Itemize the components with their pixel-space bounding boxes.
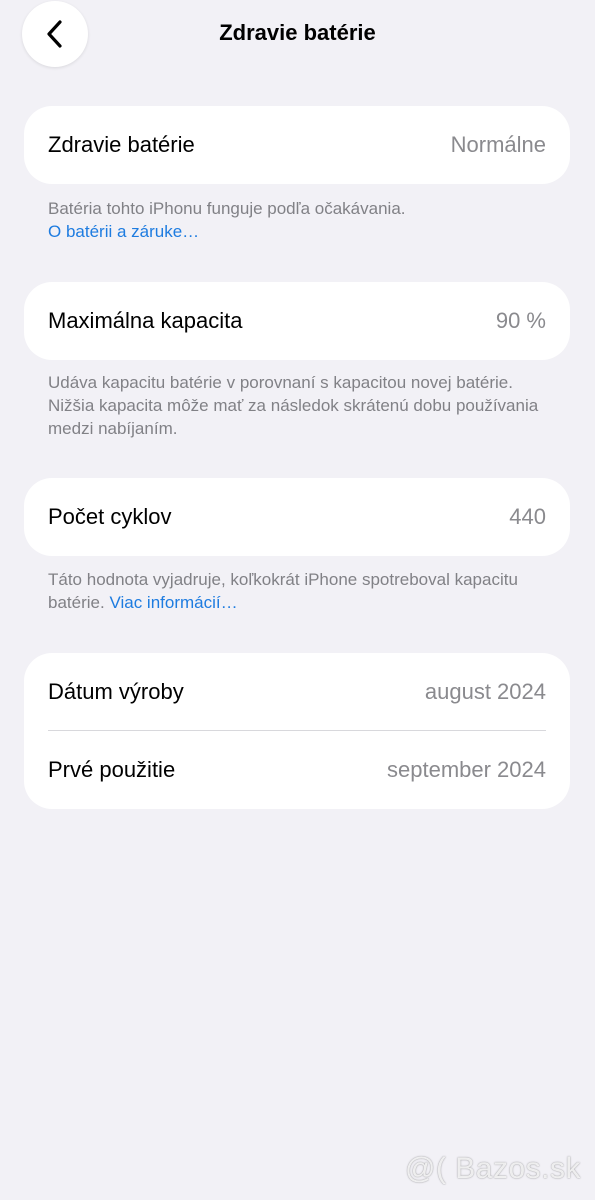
battery-health-label: Zdravie batérie bbox=[48, 132, 195, 157]
dates-card: Dátum výroby august 2024 Prvé použitie s… bbox=[24, 653, 570, 809]
max-capacity-card: Maximálna kapacita 90 % bbox=[24, 282, 570, 360]
battery-health-row: Zdravie batérie Normálne bbox=[24, 106, 570, 184]
cycle-count-row: Počet cyklov 440 bbox=[24, 478, 570, 556]
battery-health-footnote: Batéria tohto iPhonu funguje podľa očaká… bbox=[48, 197, 548, 243]
battery-warranty-link[interactable]: O batérii a záruke… bbox=[48, 222, 199, 241]
navigation-bar: Zdravie batérie bbox=[0, 0, 595, 68]
page-title: Zdravie batérie bbox=[219, 20, 376, 45]
first-use-label: Prvé použitie bbox=[48, 757, 176, 782]
watermark: @( Bazos.sk bbox=[405, 1152, 581, 1185]
max-capacity-row: Maximálna kapacita 90 % bbox=[24, 282, 570, 360]
battery-health-value: Normálne bbox=[450, 132, 546, 157]
cycle-count-card: Počet cyklov 440 bbox=[24, 478, 570, 556]
max-capacity-footnote: Udáva kapacitu batérie v porovnaní s kap… bbox=[48, 373, 539, 438]
first-use-value: september 2024 bbox=[387, 757, 546, 782]
first-use-row: Prvé použitie september 2024 bbox=[24, 731, 570, 809]
cycle-count-label: Počet cyklov bbox=[48, 504, 172, 529]
more-info-link[interactable]: Viac informácií… bbox=[109, 593, 237, 612]
battery-health-card: Zdravie batérie Normálne bbox=[24, 106, 570, 184]
cycle-count-footnote: Táto hodnota vyjadruje, koľkokrát iPhone… bbox=[48, 568, 548, 614]
max-capacity-label: Maximálna kapacita bbox=[48, 308, 243, 333]
cycle-count-value: 440 bbox=[509, 504, 546, 529]
manufacture-date-label: Dátum výroby bbox=[48, 679, 184, 704]
manufacture-date-row: Dátum výroby august 2024 bbox=[24, 653, 570, 731]
battery-health-footnote-text: Batéria tohto iPhonu funguje podľa očaká… bbox=[48, 199, 406, 218]
max-capacity-value: 90 % bbox=[495, 308, 546, 333]
manufacture-date-value: august 2024 bbox=[424, 679, 546, 704]
